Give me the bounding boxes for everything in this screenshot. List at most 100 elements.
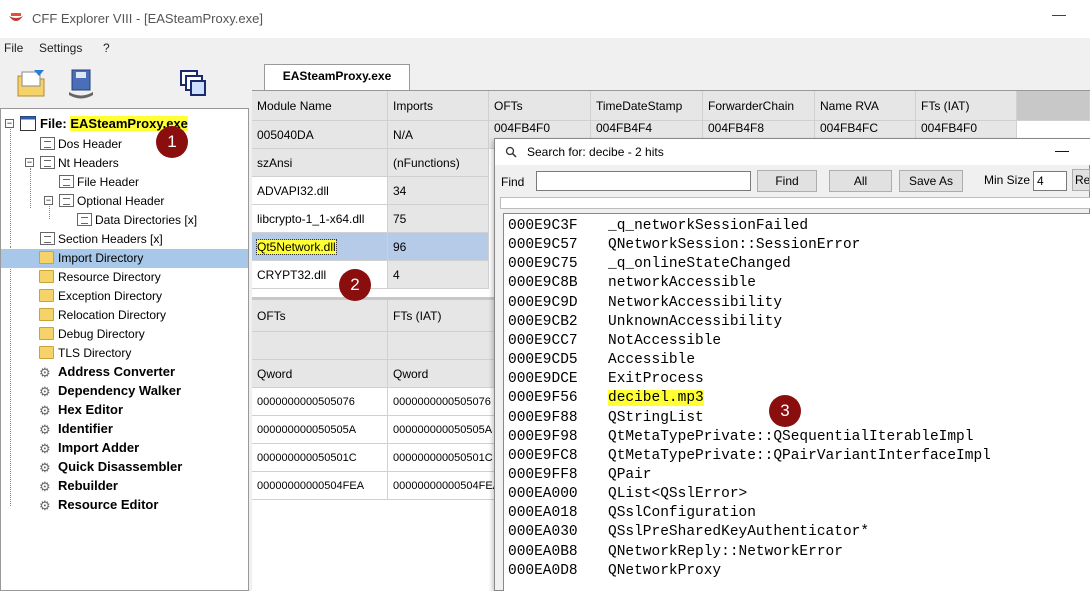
annotation-badge-3: 3 bbox=[769, 395, 801, 427]
find-all-button[interactable]: All bbox=[829, 170, 892, 192]
table-row-module[interactable]: libcrypto-1_1-x64.dll bbox=[252, 205, 388, 233]
col-header[interactable]: Name RVA bbox=[815, 91, 916, 121]
table-cell[interactable]: 000000000050505A bbox=[388, 416, 498, 444]
table-cell[interactable]: 0000000000505076 bbox=[388, 388, 498, 416]
result-string: _q_networkSessionFailed bbox=[608, 218, 809, 234]
collapse-icon[interactable]: − bbox=[44, 196, 53, 205]
result-offset: 000E9C8B bbox=[508, 275, 578, 292]
dialog-minimize-button[interactable]: — bbox=[1055, 142, 1069, 158]
tree-item-file-header[interactable]: File Header bbox=[1, 173, 248, 192]
tree-item-label: Section Headers [x] bbox=[58, 232, 163, 246]
tree-item-relocation-directory[interactable]: Relocation Directory bbox=[1, 306, 248, 325]
result-offset: 000E9C3F bbox=[508, 218, 578, 234]
tree-item-label: Dependency Walker bbox=[58, 383, 182, 398]
tree-item-optional-header[interactable]: − Optional Header bbox=[1, 192, 248, 211]
table-cell[interactable]: 96 bbox=[388, 233, 489, 261]
find-input[interactable] bbox=[536, 171, 751, 191]
table-row[interactable]: 0000000000505076 bbox=[252, 388, 388, 416]
table-cell[interactable]: Qword bbox=[388, 360, 498, 388]
tree-item-section-headers[interactable]: Section Headers [x] bbox=[1, 230, 248, 249]
col-header[interactable]: Module Name bbox=[252, 91, 388, 121]
table-cell bbox=[388, 332, 498, 360]
title-bar: CFF Explorer VIII - [EASteamProxy.exe] — bbox=[0, 0, 1090, 38]
col-header[interactable]: FTs (IAT) bbox=[916, 91, 1017, 121]
file-icon bbox=[20, 116, 36, 131]
tree-item-address-converter[interactable]: ⚙ Address Converter bbox=[1, 363, 248, 382]
tool-icon: ⚙ bbox=[39, 479, 51, 494]
tree-item-label: Nt Headers bbox=[58, 156, 119, 170]
tree-item-tls-directory[interactable]: TLS Directory bbox=[1, 344, 248, 363]
min-size-label: Min Size bbox=[984, 173, 1031, 187]
result-string: QList<QSslError> bbox=[608, 486, 748, 503]
dialog-title: Search for: decibe - 2 hits bbox=[527, 145, 664, 159]
table-cell[interactable]: szAnsi bbox=[252, 149, 388, 177]
tree-item-dos-header[interactable]: Dos Header bbox=[1, 135, 248, 154]
tab-easteamproxy[interactable]: EASteamProxy.exe bbox=[264, 64, 410, 90]
table-cell[interactable]: 34 bbox=[388, 177, 489, 205]
min-size-input[interactable]: 4 bbox=[1033, 171, 1067, 191]
tree-item-resource-directory[interactable]: Resource Directory bbox=[1, 268, 248, 287]
tool-icon: ⚙ bbox=[39, 384, 51, 399]
tool-icon: ⚙ bbox=[39, 403, 51, 418]
table-cell[interactable]: (nFunctions) bbox=[388, 149, 489, 177]
menu-help[interactable]: ? bbox=[103, 41, 110, 55]
menu-settings[interactable]: Settings bbox=[39, 41, 82, 55]
tool-icon: ⚙ bbox=[39, 460, 51, 475]
col-header[interactable]: Imports bbox=[388, 91, 489, 121]
table-row[interactable]: 000000000050501C bbox=[252, 444, 388, 472]
tree-item-hex-editor[interactable]: ⚙ Hex Editor bbox=[1, 401, 248, 420]
table-cell[interactable]: 75 bbox=[388, 205, 489, 233]
find-button[interactable]: Find bbox=[757, 170, 817, 192]
menu-bar: File Settings ? bbox=[0, 38, 1090, 58]
menu-file[interactable]: File bbox=[4, 41, 23, 55]
table-row[interactable]: 000000000050505A bbox=[252, 416, 388, 444]
table-cell[interactable]: N/A bbox=[388, 121, 489, 149]
tree-root[interactable]: − File: EASteamProxy.exe bbox=[1, 115, 248, 134]
folder-icon bbox=[39, 270, 54, 283]
table-cell[interactable]: 4 bbox=[388, 261, 489, 289]
col-header[interactable]: ForwarderChain bbox=[703, 91, 815, 121]
tree-item-label: Resource Editor bbox=[58, 497, 159, 512]
reset-button[interactable]: Re bbox=[1072, 169, 1090, 191]
table-cell[interactable]: Qword bbox=[252, 360, 388, 388]
tree-item-data-directories[interactable]: Data Directories [x] bbox=[1, 211, 248, 230]
result-offset: 000E9CC7 bbox=[508, 332, 578, 349]
table-row-module-selected[interactable]: Qt5Network.dll bbox=[252, 233, 388, 261]
tree-item-exception-directory[interactable]: Exception Directory bbox=[1, 287, 248, 306]
tree-item-import-adder[interactable]: ⚙ Import Adder bbox=[1, 439, 248, 458]
table-row[interactable]: 00000000000504FEA bbox=[252, 472, 388, 500]
save-as-button[interactable]: Save As bbox=[899, 170, 963, 192]
result-offset: 000E9F88 bbox=[508, 409, 578, 426]
tree-item-dependency-walker[interactable]: ⚙ Dependency Walker bbox=[1, 382, 248, 401]
table-row-module[interactable]: ADVAPI32.dll bbox=[252, 177, 388, 205]
table-cell[interactable]: 000000000050501C bbox=[388, 444, 498, 472]
tree-item-import-directory[interactable]: Import Directory bbox=[1, 249, 248, 268]
collapse-icon[interactable]: − bbox=[25, 158, 34, 167]
col-header[interactable]: OFTs bbox=[489, 91, 591, 121]
col-header[interactable]: TimeDateStamp bbox=[591, 91, 703, 121]
table-cell[interactable]: 005040DA bbox=[252, 121, 388, 149]
tab-strip: EASteamProxy.exe bbox=[252, 64, 1090, 90]
collapse-icon[interactable]: − bbox=[5, 119, 14, 128]
result-offset: 000E9C57 bbox=[508, 237, 578, 254]
col-header[interactable]: OFTs bbox=[252, 300, 388, 332]
window-title: CFF Explorer VIII - [EASteamProxy.exe] bbox=[32, 11, 263, 26]
tree-item-nt-headers[interactable]: − Nt Headers bbox=[1, 154, 248, 173]
col-header[interactable]: FTs (IAT) bbox=[388, 300, 498, 332]
open-file-icon[interactable] bbox=[14, 66, 48, 100]
tree-item-resource-editor[interactable]: ⚙ Resource Editor bbox=[1, 496, 248, 515]
table-cell[interactable]: 00000000000504FEA bbox=[388, 472, 498, 500]
annotation-badge-2: 2 bbox=[339, 269, 371, 301]
tree-item-debug-directory[interactable]: Debug Directory bbox=[1, 325, 248, 344]
minimize-button[interactable]: — bbox=[1052, 6, 1066, 22]
app-icon bbox=[9, 13, 23, 21]
search-icon bbox=[505, 146, 517, 158]
doc-icon bbox=[40, 137, 55, 150]
tool-icon: ⚙ bbox=[39, 422, 51, 437]
save-file-icon[interactable] bbox=[64, 66, 98, 100]
result-offset: 000E9DCE bbox=[508, 371, 578, 388]
tree-item-identifier[interactable]: ⚙ Identifier bbox=[1, 420, 248, 439]
tree-item-rebuilder[interactable]: ⚙ Rebuilder bbox=[1, 477, 248, 496]
tree-item-quick-disassembler[interactable]: ⚙ Quick Disassembler bbox=[1, 458, 248, 477]
windows-icon[interactable] bbox=[176, 66, 210, 100]
